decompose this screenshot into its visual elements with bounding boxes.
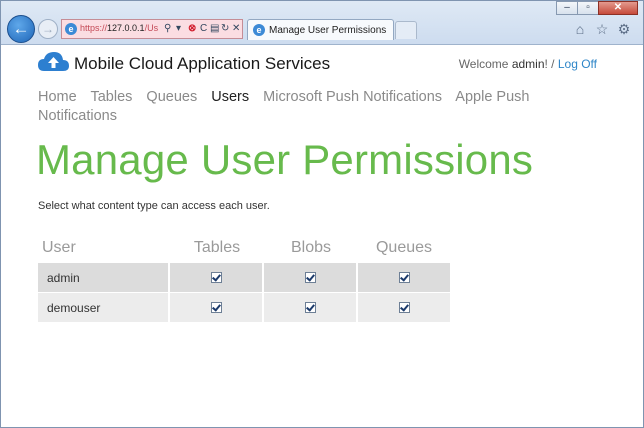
dropdown-icon[interactable]: ▾ <box>176 22 181 36</box>
forward-icon[interactable]: → <box>38 19 58 39</box>
tables-cell <box>170 293 264 323</box>
close-button[interactable]: ✕ <box>598 1 638 15</box>
queues-cell <box>358 293 450 323</box>
ie-page-icon: e <box>65 23 77 35</box>
menu-item-queues[interactable]: Queues <box>146 89 197 105</box>
blobs-cell <box>264 263 358 293</box>
address-host: 127.0.0.1 <box>107 23 145 33</box>
blobs-cell <box>264 293 358 323</box>
welcome-username: admin <box>511 57 545 71</box>
maximize-button[interactable]: ▫ <box>577 1 599 15</box>
compatibility-icon[interactable]: C <box>200 22 207 36</box>
star-icon[interactable]: ☆ <box>594 21 610 38</box>
instructions-text: Select what content type can access each… <box>38 200 270 212</box>
browser-chrome: ← → e https://127.0.0.1/Us ⚲ ▾ ⊗ C ▤ ↻ ✕… <box>0 0 644 45</box>
welcome-text: Welcome admin! / Log Off <box>459 57 597 71</box>
ie-tab-icon: e <box>253 24 265 36</box>
menu-item-home[interactable]: Home <box>38 89 77 105</box>
back-icon[interactable]: ← <box>7 15 35 43</box>
column-header-blobs: Blobs <box>290 239 332 256</box>
cloud-logo-icon <box>38 52 69 71</box>
tables-checkbox[interactable] <box>210 301 222 313</box>
window-controls: – ▫ ✕ <box>556 1 638 17</box>
gear-icon[interactable]: ⚙ <box>616 21 632 38</box>
home-icon[interactable]: ⌂ <box>572 21 588 38</box>
table-header-row: User Tables Blobs Queues <box>38 233 450 263</box>
blobs-checkbox[interactable] <box>304 301 316 313</box>
user-name: admin <box>38 263 170 293</box>
refresh-icon[interactable]: ↻ <box>221 22 229 36</box>
certificate-error-icon[interactable]: ⊗ <box>188 22 196 36</box>
site-title: Mobile Cloud Application Services <box>74 54 331 73</box>
main-menu: Home Tables Queues Users Microsoft Push … <box>38 88 558 126</box>
queues-checkbox[interactable] <box>398 271 410 283</box>
column-header-queues: Queues <box>375 239 433 256</box>
queues-checkbox[interactable] <box>398 301 410 313</box>
compat-view-icon[interactable]: ▤ <box>210 22 219 36</box>
search-icon[interactable]: ⚲ <box>164 22 171 36</box>
tables-cell <box>170 263 264 293</box>
column-header-user: User <box>42 239 76 256</box>
tab-title: Manage User Permissions <box>269 25 387 36</box>
blobs-checkbox[interactable] <box>304 271 316 283</box>
tables-checkbox[interactable] <box>210 271 222 283</box>
column-header-tables: Tables <box>193 239 241 256</box>
queues-cell <box>358 263 450 293</box>
minimize-button[interactable]: – <box>556 1 578 15</box>
address-url[interactable]: https://127.0.0.1/Us <box>80 23 158 33</box>
page-title: Manage User Permissions <box>36 136 534 183</box>
tab-manage-user-permissions[interactable]: e Manage User Permissions <box>247 19 394 40</box>
menu-item-tables[interactable]: Tables <box>90 89 132 105</box>
stop-icon[interactable]: ✕ <box>232 22 240 36</box>
table-row: admin <box>38 263 450 293</box>
permissions-table: User Tables Blobs Queues admin demouser <box>38 233 450 323</box>
menu-item-users[interactable]: Users <box>211 89 249 105</box>
browser-tools: ⌂ ☆ ⚙ <box>572 21 632 38</box>
table-row: demouser <box>38 293 450 323</box>
user-name: demouser <box>38 293 170 323</box>
new-tab-button[interactable] <box>395 21 417 39</box>
logoff-link[interactable]: Log Off <box>558 57 597 71</box>
welcome-suffix: ! / <box>544 57 558 71</box>
address-bar[interactable]: e https://127.0.0.1/Us ⚲ ▾ ⊗ C ▤ ↻ ✕ <box>61 19 243 39</box>
menu-item-microsoft-push[interactable]: Microsoft Push Notifications <box>263 89 442 105</box>
welcome-prefix: Welcome <box>458 57 512 71</box>
